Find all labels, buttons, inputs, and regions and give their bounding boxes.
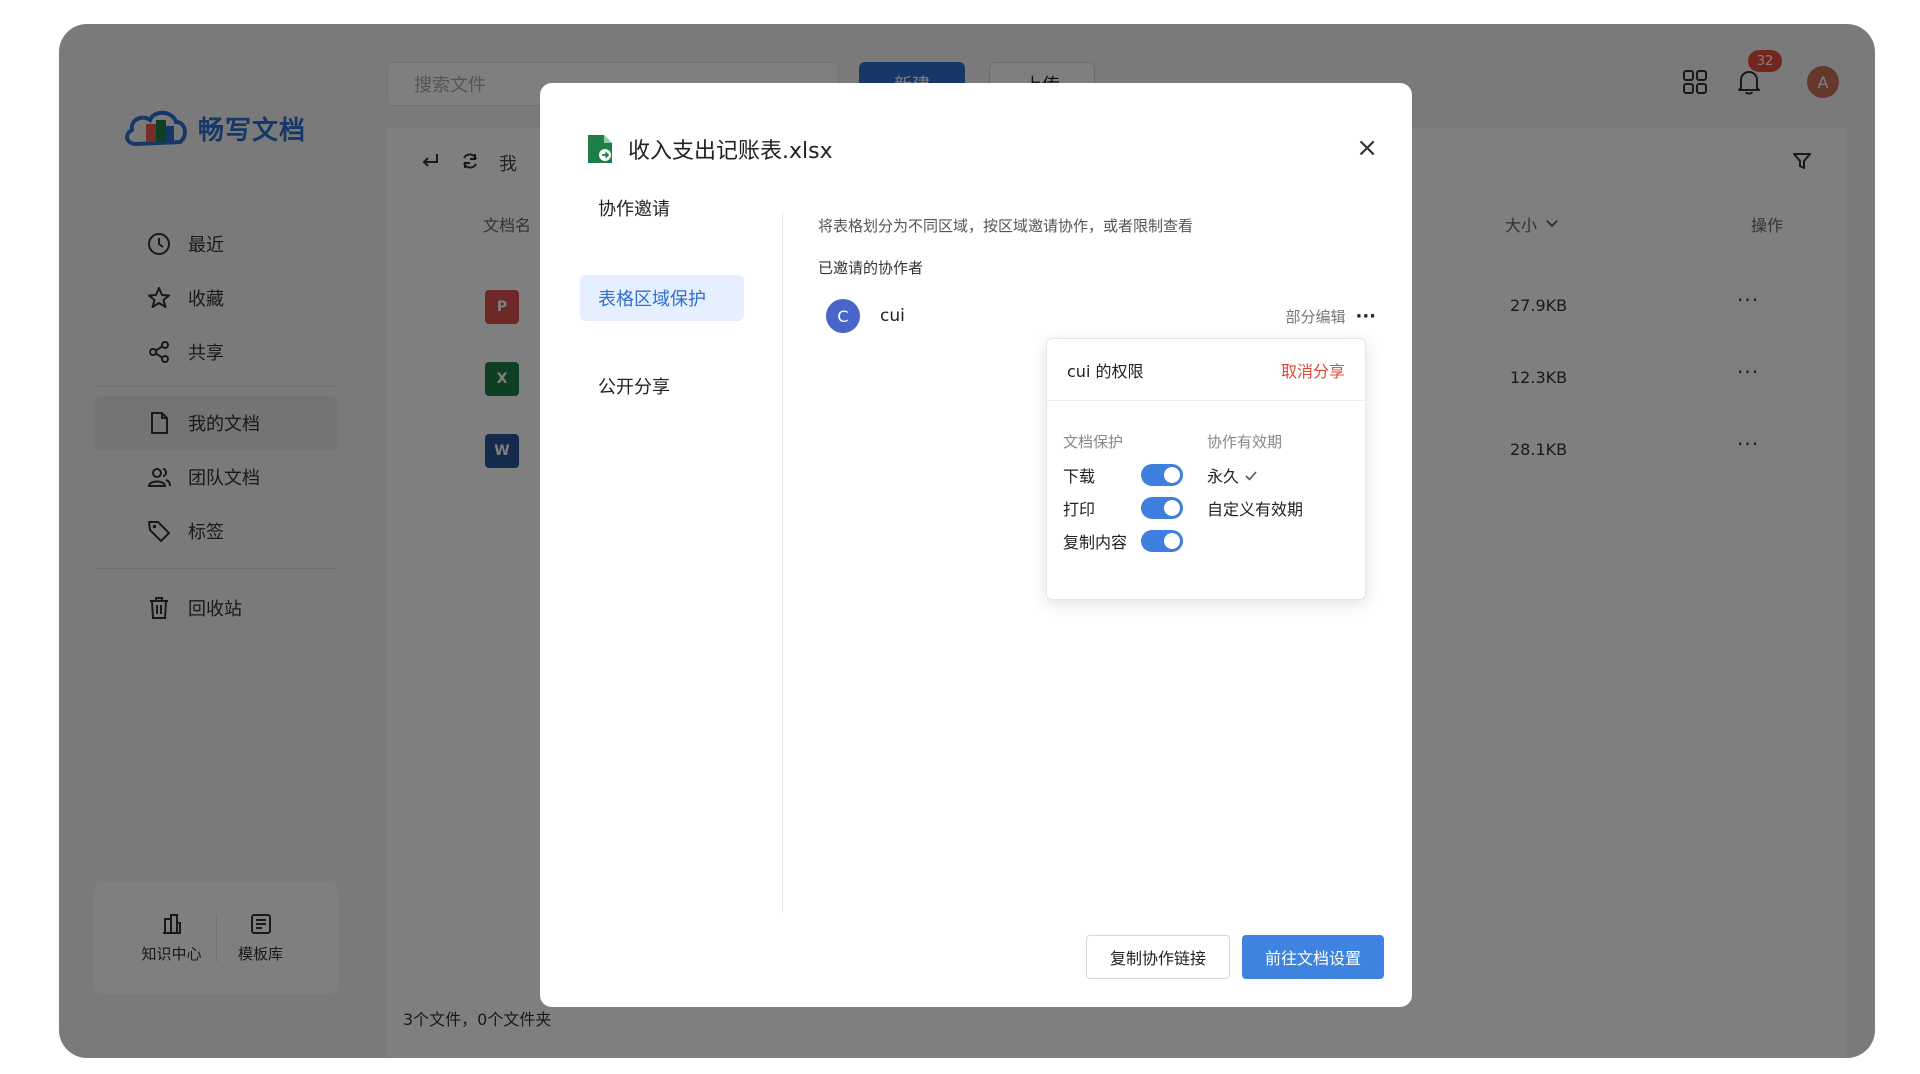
validity-option-label: 永久 [1207, 467, 1240, 486]
protection-description: 将表格划分为不同区域，按区域邀请协作，或者限制查看 [818, 217, 1194, 235]
validity-permanent-option[interactable]: 永久 [1207, 463, 1258, 487]
go-to-settings-button[interactable]: 前往文档设置 [1242, 935, 1384, 979]
copy-content-label: 复制内容 [1063, 533, 1128, 552]
validity-title: 协作有效期 [1207, 433, 1283, 451]
print-toggle[interactable] [1141, 497, 1183, 519]
check-icon [1245, 471, 1257, 481]
dialog-divider [782, 213, 783, 913]
download-toggle[interactable] [1141, 464, 1183, 486]
cancel-share-button[interactable]: 取消分享 [1281, 358, 1345, 382]
validity-option-label: 自定义有效期 [1207, 500, 1304, 519]
dialog-title: 收入支出记账表.xlsx [586, 133, 833, 165]
excel-file-icon [588, 135, 612, 163]
download-label: 下载 [1063, 467, 1096, 486]
copy-link-button[interactable]: 复制协作链接 [1086, 935, 1230, 979]
tab-sheet-area-protection[interactable]: 表格区域保护 [580, 275, 744, 321]
copy-content-toggle[interactable] [1141, 530, 1183, 552]
close-button[interactable]: × [1356, 135, 1378, 161]
more-icon[interactable]: ··· [1355, 306, 1376, 327]
collaborator-row: C cui 部分编辑 ··· [826, 299, 1376, 333]
permissions-header: cui 的权限 取消分享 [1047, 339, 1365, 401]
print-label: 打印 [1063, 500, 1096, 519]
permissions-title: cui 的权限 [1067, 361, 1144, 381]
tab-public-share[interactable]: 公开分享 [580, 363, 744, 409]
validity-custom-option[interactable]: 自定义有效期 [1207, 496, 1303, 520]
permissions-popover: cui 的权限 取消分享 文档保护 协作有效期 下载 打印 复制内容 永久 自定… [1046, 338, 1366, 600]
protection-title: 文档保护 [1063, 433, 1124, 451]
tab-collaboration-invite[interactable]: 协作邀请 [580, 185, 744, 231]
avatar: C [826, 299, 860, 333]
invited-collaborators-label: 已邀请的协作者 [818, 259, 924, 277]
collaborator-name: cui [880, 306, 905, 326]
dialog-title-text: 收入支出记账表.xlsx [628, 139, 833, 164]
permission-role-dropdown[interactable]: 部分编辑 [1285, 306, 1345, 327]
share-settings-dialog: 收入支出记账表.xlsx × 协作邀请 表格区域保护 公开分享 将表格划分为不同… [540, 83, 1412, 1007]
